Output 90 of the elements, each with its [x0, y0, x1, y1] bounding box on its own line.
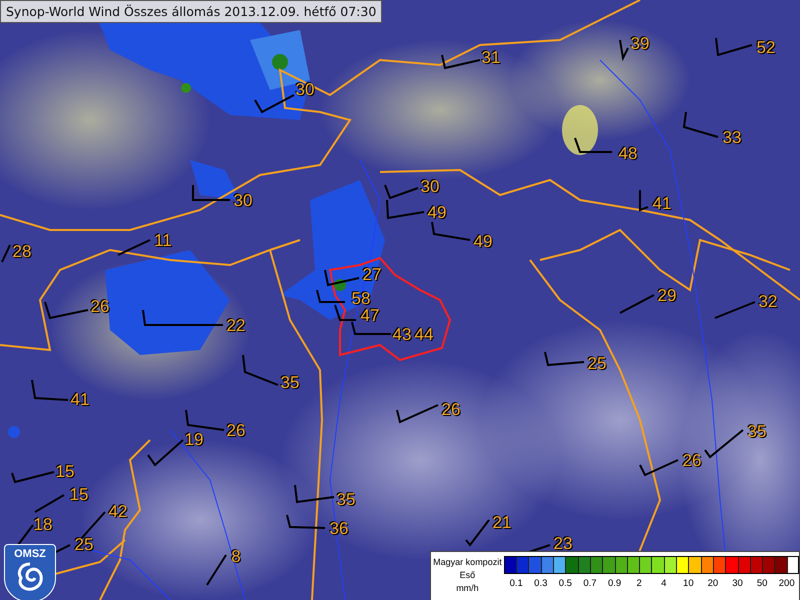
wind-barb-icon	[574, 138, 612, 153]
wind-speed-label: 21	[492, 513, 512, 533]
scale-tick-label: 2	[635, 578, 643, 589]
wind-speed-label: 44	[414, 325, 434, 345]
scale-tick-label: 0.7	[582, 578, 598, 589]
wind-speed-label: 35	[748, 422, 766, 442]
wind-speed-label: 30	[234, 191, 252, 211]
scale-tick-label: 10	[682, 578, 695, 589]
scale-tick-label: 200	[778, 578, 796, 589]
wind-speed-label: 8	[231, 547, 241, 567]
wind-speed-label: 35	[280, 373, 300, 393]
wind-barb-icon	[31, 380, 68, 401]
wind-speed-label: 25	[588, 354, 606, 374]
wind-speed-label: 58	[352, 289, 370, 309]
wind-speed-label: 30	[420, 177, 440, 197]
wind-speed-label: 18	[34, 515, 52, 535]
wind-barb-icon	[44, 302, 88, 320]
wind-barb-icon	[682, 112, 718, 138]
wind-barb-icon	[242, 354, 278, 386]
wind-barb-icon	[384, 184, 418, 200]
wind-barb-icon	[147, 439, 184, 466]
scale-tick-label: 50	[756, 578, 768, 589]
legend-title: Magyar kompozit	[433, 557, 502, 567]
wind-speed-label: 52	[756, 38, 776, 58]
wind-barb-icon	[619, 40, 629, 62]
wind-barb-icon	[639, 459, 678, 476]
wind-speed-label: 26	[226, 421, 246, 441]
scale-tick-label: 30	[731, 578, 744, 589]
map-title: Synop-World Wind Összes állomás 2013.12.09. hétfő 07:30	[0, 0, 382, 23]
wind-barb-icon	[431, 222, 470, 241]
wind-barb-icon	[324, 270, 360, 286]
wind-speed-label: 49	[428, 203, 446, 223]
wind-barb-icon	[316, 290, 345, 303]
wind-barb-icon	[1, 244, 11, 262]
wind-barb-icon	[185, 410, 224, 431]
wind-speed-label: 39	[630, 34, 650, 54]
wind-barb-icon	[704, 429, 744, 458]
wind-speed-label: 35	[336, 490, 356, 510]
wind-barb-icon	[17, 524, 34, 546]
wind-speed-label: 26	[682, 451, 702, 471]
scale-tick-label: 20	[706, 578, 720, 589]
wind-speed-label: 27	[362, 265, 382, 285]
scale-tick-label: 0.9	[606, 578, 622, 589]
wind-speed-label: 11	[154, 231, 172, 251]
wind-barb-icon	[34, 494, 64, 513]
wind-barb-icon	[465, 519, 490, 547]
wind-speed-label: 15	[56, 462, 74, 482]
wind-barb-icon	[441, 54, 480, 70]
wind-speed-label: 22	[226, 316, 246, 336]
wind-barb-icon	[294, 484, 334, 504]
wind-speed-label: 30	[296, 80, 314, 100]
wind-speed-label: 31	[482, 48, 500, 68]
scale-tick-label: 0.5	[558, 578, 573, 589]
wind-barb-icon	[118, 239, 150, 256]
wind-speed-label: 41	[70, 390, 90, 410]
wind-speed-label: 25	[74, 535, 94, 555]
wind-barb-icon	[544, 352, 584, 366]
wind-barb-icon	[192, 185, 230, 201]
wind-speed-label: 26	[90, 297, 110, 317]
wind-barb-icon	[11, 471, 54, 484]
scale-tick-label: 4	[660, 578, 668, 589]
wind-barb-icon	[254, 94, 294, 114]
wind-barb-icon	[620, 294, 654, 314]
scale-tick-label: 0.1	[508, 578, 524, 589]
wind-speed-label: 47	[360, 306, 380, 326]
wind-barb-icon	[639, 190, 648, 212]
legend-unit: mm/h	[456, 583, 479, 593]
wind-barb-icon	[206, 554, 227, 586]
wind-speed-label: 28	[12, 242, 32, 262]
wind-speed-label: 33	[722, 128, 742, 148]
scale-tick-label: 0.3	[533, 578, 548, 589]
wind-barb-icon	[715, 38, 752, 56]
wind-barb-icon	[386, 200, 424, 220]
wind-barb-icon	[142, 310, 223, 326]
wind-speed-label: 48	[618, 144, 638, 164]
wind-speed-label: 23	[554, 534, 572, 554]
wind-speed-label: 26	[442, 400, 460, 420]
logo-text: OMSZ	[14, 548, 46, 560]
wind-speed-label: 49	[474, 232, 492, 252]
wind-speed-label: 41	[652, 194, 672, 214]
wind-speed-label: 43	[392, 325, 412, 345]
wind-speed-label: 15	[70, 485, 88, 505]
wind-speed-label: 42	[108, 502, 128, 522]
wind-speed-label: 19	[184, 430, 204, 450]
wind-barb-icon	[286, 514, 326, 529]
legend-subtitle: Eső	[460, 570, 476, 580]
wind-speed-label: 32	[758, 292, 778, 312]
wind-barb-icon	[396, 404, 438, 424]
wind-barb-icon	[714, 301, 756, 319]
wind-speed-label: 29	[658, 286, 676, 306]
